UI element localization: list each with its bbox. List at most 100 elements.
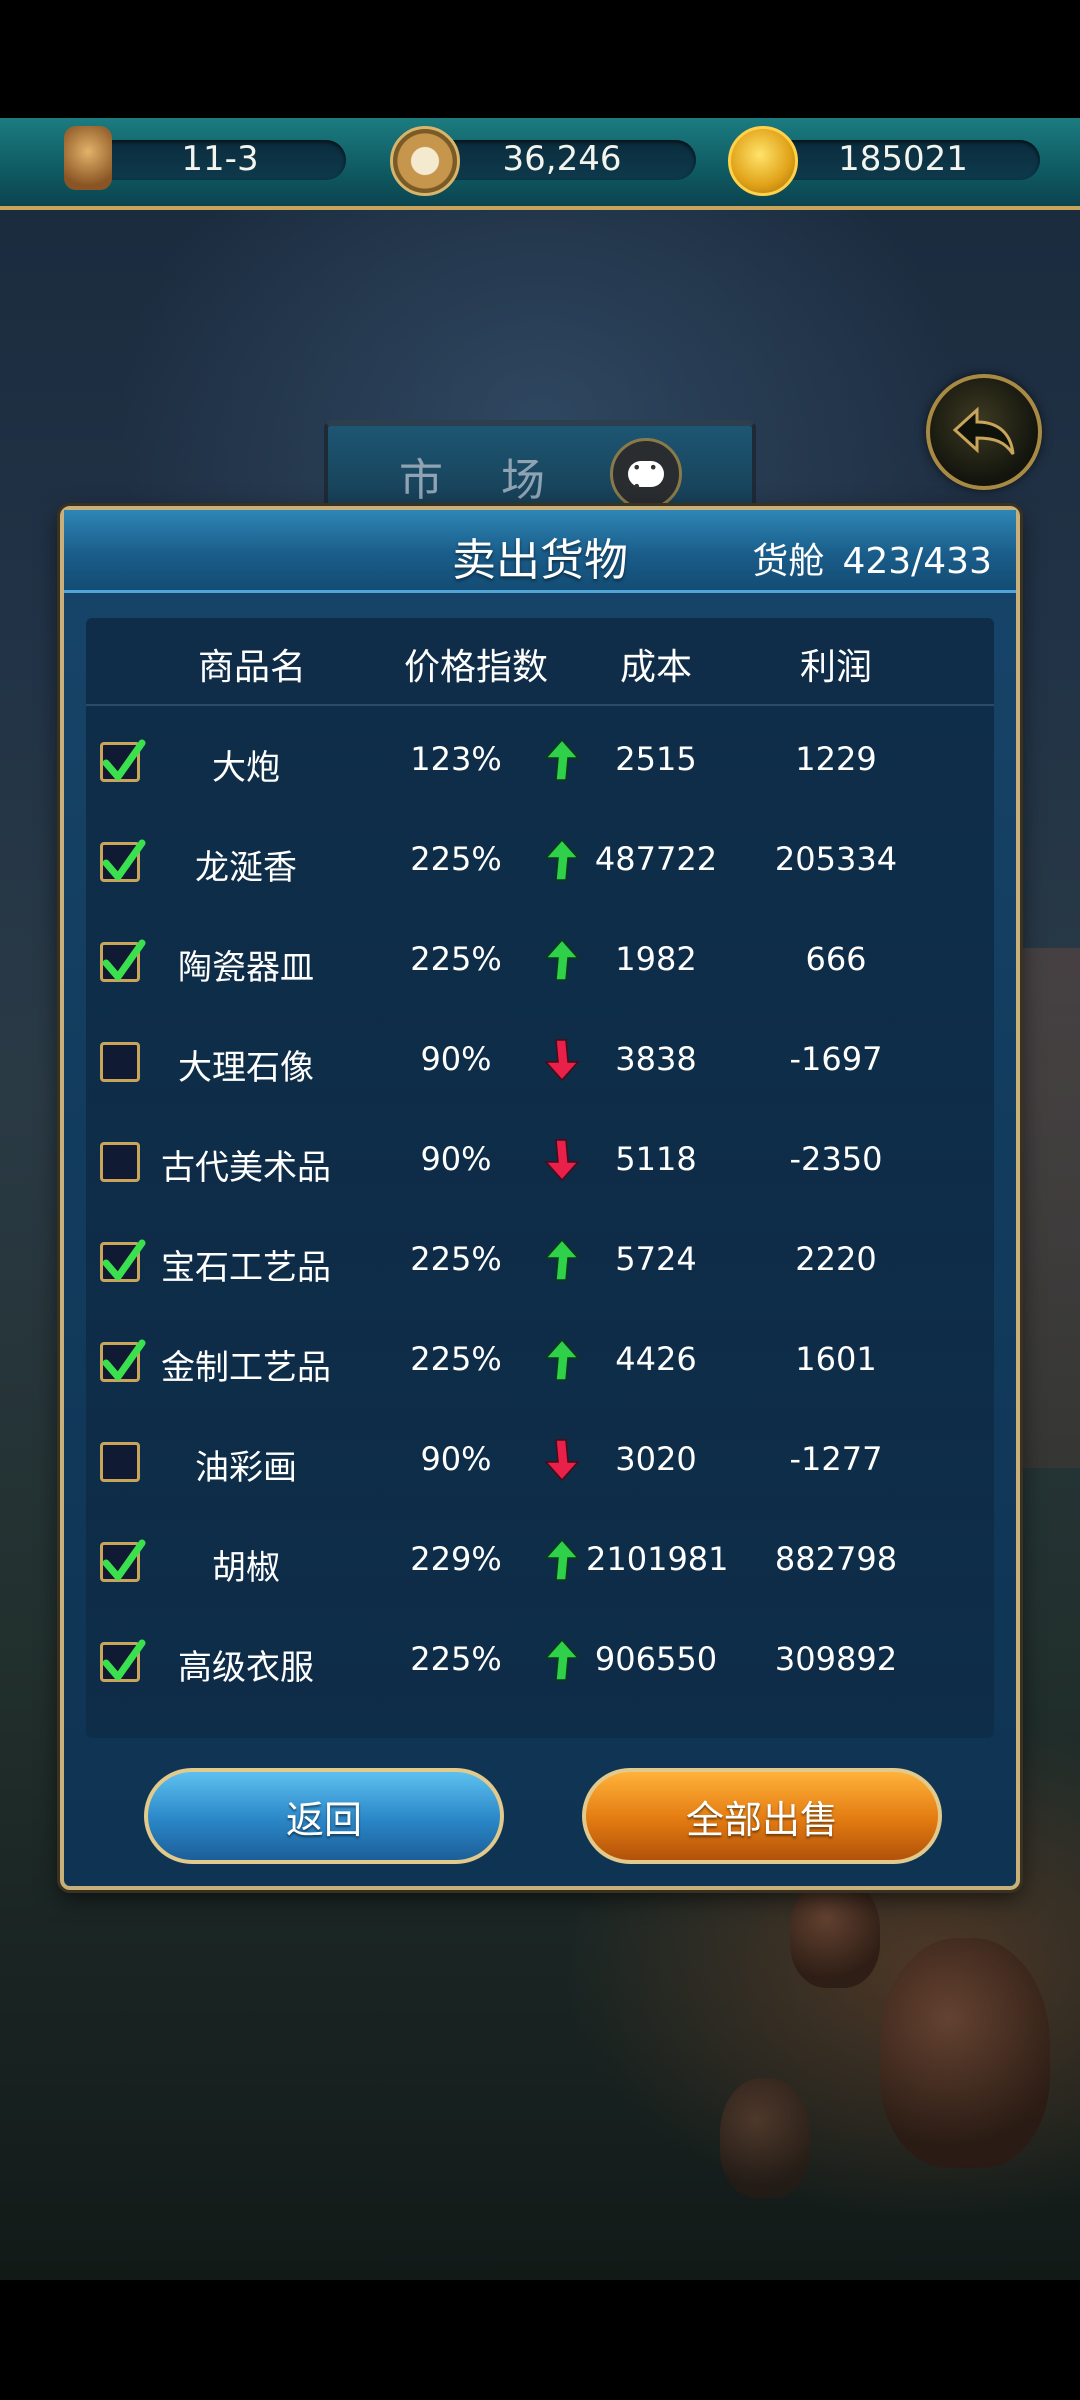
trend-up-arrow-icon	[544, 1538, 580, 1582]
goods-name: 高级衣服	[178, 1648, 314, 1688]
goods-profit: 666	[805, 940, 867, 978]
chat-icon	[628, 458, 664, 496]
goods-name: 大炮	[212, 748, 280, 788]
checkmark-icon	[102, 839, 146, 881]
checkbox-checked[interactable]	[100, 939, 146, 982]
sell-goods-dialog: 卖出货物 货舱 423/433 商品名 价格指数 成本 利润 大炮 123% 2515…	[60, 506, 1020, 1890]
checkbox-checked[interactable]	[100, 1339, 146, 1382]
chat-button[interactable]	[610, 438, 682, 510]
cargo-label: 货舱	[752, 541, 825, 582]
price-index: 225%	[410, 1640, 502, 1678]
table-row[interactable]: 金制工艺品 225% 4426 1601	[86, 1312, 994, 1412]
price-index: 225%	[410, 1340, 502, 1378]
price-index: 225%	[410, 940, 502, 978]
column-header-cost: 成本	[619, 647, 692, 688]
back-arrow-button[interactable]	[926, 374, 1042, 490]
checkbox-checked[interactable]	[100, 1539, 146, 1582]
goods-name: 古代美术品	[161, 1148, 331, 1188]
checkbox-unchecked[interactable]	[100, 1042, 140, 1082]
column-header-profit: 利润	[799, 647, 872, 688]
table-row[interactable]: 大炮 123% 2515 1229	[86, 712, 994, 812]
goods-name: 油彩画	[195, 1448, 297, 1488]
goods-name: 胡椒	[212, 1548, 280, 1588]
checkmark-icon	[102, 739, 146, 781]
goods-cost: 5118	[615, 1140, 697, 1178]
goods-cost: 1982	[615, 940, 697, 978]
checkmark-icon	[102, 1339, 146, 1381]
goods-profit: -2350	[789, 1140, 883, 1178]
header-divider	[86, 704, 994, 706]
sell-all-button-label: 全部出售	[685, 1798, 838, 1842]
goods-name: 金制工艺品	[161, 1348, 331, 1388]
goods-cost: 5724	[615, 1240, 697, 1278]
table-row[interactable]: 高级衣服 225% 906550 309892	[86, 1612, 994, 1712]
trend-down-arrow-icon	[544, 1038, 580, 1082]
table-row[interactable]: 大理石像 90% 3838 -1697	[86, 1012, 994, 1112]
market-tab: 市 场	[324, 420, 756, 510]
sell-all-button[interactable]: 全部出售	[582, 1768, 942, 1864]
cargo-value: 423/433	[842, 541, 992, 582]
table-row[interactable]: 胡椒 229% 2101981 882798	[86, 1512, 994, 1612]
goods-profit: -1697	[789, 1040, 883, 1078]
price-index: 225%	[410, 1240, 502, 1278]
goods-profit: -1277	[789, 1440, 883, 1478]
checkbox-checked[interactable]	[100, 1239, 146, 1282]
goods-cost: 906550	[594, 1640, 718, 1678]
table-header: 商品名 价格指数 成本 利润	[86, 618, 994, 704]
goods-table: 商品名 价格指数 成本 利润 大炮 123% 2515 1229 龙涎香 225% 4877…	[86, 618, 994, 1738]
goods-profit: 2220	[795, 1240, 877, 1278]
goods-name: 龙涎香	[195, 848, 297, 888]
table-row[interactable]: 油彩画 90% 3020 -1277	[86, 1412, 994, 1512]
checkbox-unchecked[interactable]	[100, 1442, 140, 1482]
table-row[interactable]: 宝石工艺品 225% 5724 2220	[86, 1212, 994, 1312]
goods-name: 陶瓷器皿	[178, 948, 314, 988]
market-title: 市 场	[399, 455, 567, 506]
column-header-price-index: 价格指数	[403, 647, 548, 688]
checkmark-icon	[102, 1539, 146, 1581]
price-index: 90%	[420, 1440, 492, 1478]
checkbox-checked[interactable]	[100, 839, 146, 882]
price-index: 90%	[420, 1040, 492, 1078]
goods-profit: 882798	[774, 1540, 898, 1578]
price-index: 90%	[420, 1140, 492, 1178]
gold-display: 185021	[728, 126, 1040, 196]
reputation-display: 36,246	[390, 126, 696, 196]
navigation-bar	[0, 2280, 1080, 2400]
trend-up-arrow-icon	[544, 1638, 580, 1682]
table-row[interactable]: 陶瓷器皿 225% 1982 666	[86, 912, 994, 1012]
goods-profit: 1601	[795, 1340, 877, 1378]
table-row[interactable]: 古代美术品 90% 5118 -2350	[86, 1112, 994, 1212]
reputation-value: 36,246	[502, 139, 622, 179]
trend-up-arrow-icon	[544, 738, 580, 782]
goods-cost: 2515	[615, 740, 697, 778]
date-value: 11-3	[181, 139, 259, 179]
price-index: 225%	[410, 840, 502, 878]
trend-up-arrow-icon	[544, 938, 580, 982]
goods-cost: 3020	[615, 1440, 697, 1478]
checkbox-unchecked[interactable]	[100, 1142, 140, 1182]
goods-profit: 309892	[774, 1640, 898, 1678]
goods-name: 宝石工艺品	[161, 1248, 331, 1288]
back-button-label: 返回	[285, 1798, 362, 1842]
goods-name: 大理石像	[178, 1048, 314, 1088]
checkbox-checked[interactable]	[100, 739, 146, 782]
status-bar	[0, 0, 1080, 118]
table-row[interactable]: 龙涎香 225% 487722 205334	[86, 812, 994, 912]
background-pot	[790, 1878, 880, 1988]
trend-up-arrow-icon	[544, 1238, 580, 1282]
trend-up-arrow-icon	[544, 1338, 580, 1382]
cargo-capacity: 货舱 423/433	[752, 532, 992, 584]
goods-cost: 487722	[594, 840, 718, 878]
checkmark-icon	[102, 939, 146, 981]
back-button[interactable]: 返回	[144, 1768, 504, 1864]
goods-cost: 4426	[615, 1340, 697, 1378]
return-arrow-icon	[952, 406, 1015, 455]
checkbox-checked[interactable]	[100, 1639, 146, 1682]
background-pot	[880, 1938, 1050, 2168]
goods-profit: 1229	[795, 740, 877, 778]
dialog-header: 卖出货物 货舱 423/433	[64, 510, 1016, 593]
price-index: 123%	[410, 740, 502, 778]
date-display: 11-3	[56, 126, 346, 190]
goods-cost: 2101981	[586, 1540, 729, 1578]
checkmark-icon	[102, 1239, 146, 1281]
